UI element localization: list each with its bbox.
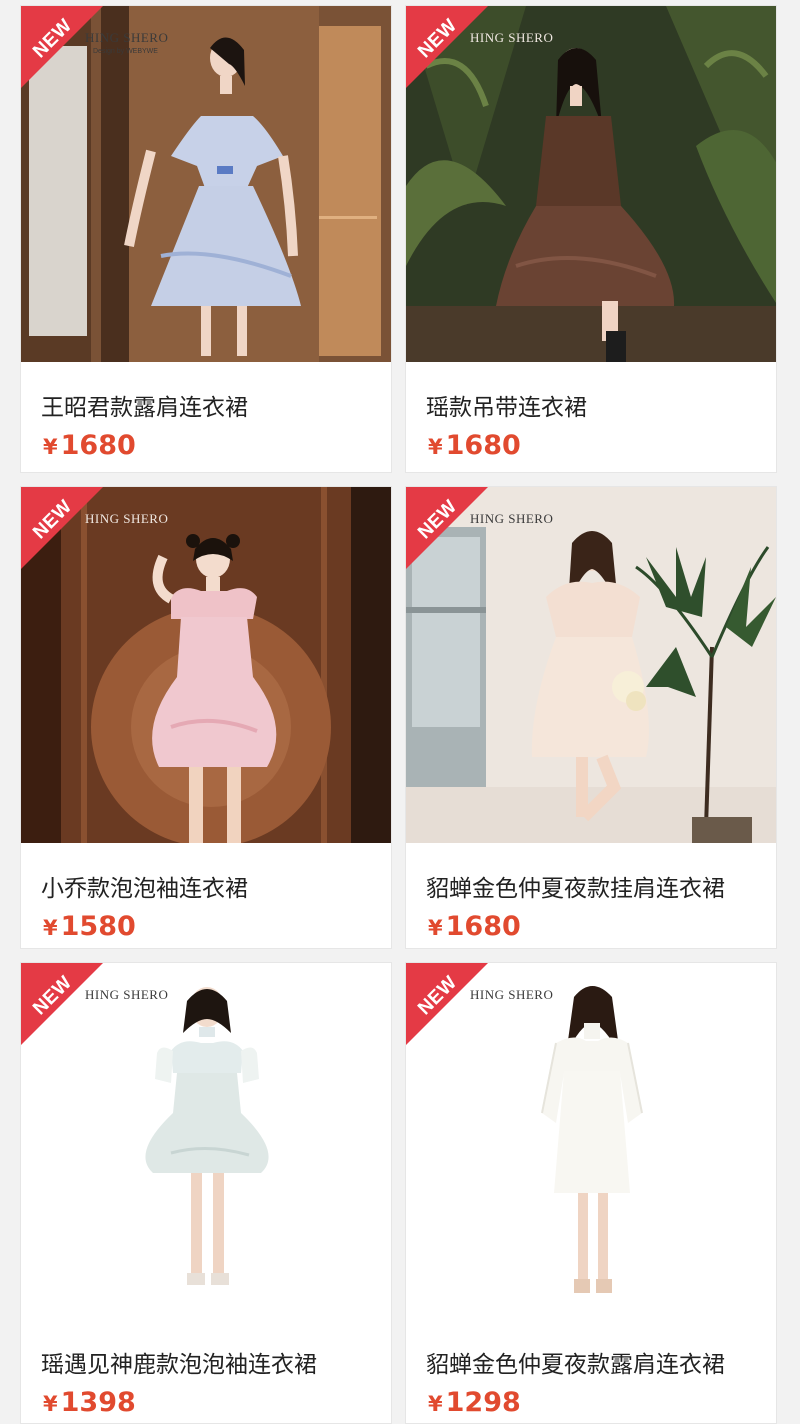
product-price: ¥1580 — [43, 911, 136, 942]
product-title[interactable]: 小乔款泡泡袖连衣裙 — [41, 869, 248, 903]
currency-symbol: ¥ — [43, 1392, 58, 1416]
currency-symbol: ¥ — [428, 435, 443, 459]
price-value: 1680 — [445, 430, 521, 461]
product-card[interactable]: HING SHERO NEW 小乔款泡泡袖连衣裙 ¥1580 — [20, 486, 392, 949]
new-badge: NEW — [406, 487, 488, 569]
product-card[interactable]: HING SHERO NEW 瑶款吊带连衣裙 ¥1680 — [405, 5, 777, 473]
new-badge: NEW — [21, 487, 103, 569]
product-image[interactable]: HING SHERO NEW — [406, 487, 776, 843]
product-card[interactable]: HING SHERO NEW 貂蝉金色仲夏夜款露肩连衣裙 ¥1298 — [405, 962, 777, 1424]
product-card[interactable]: HING SHERO NEW 瑶遇见神鹿款泡泡袖连衣裙 ¥1398 — [20, 962, 392, 1424]
product-image[interactable]: HING SHERO NEW — [21, 487, 391, 843]
new-badge: NEW — [21, 963, 103, 1045]
currency-symbol: ¥ — [43, 916, 58, 940]
product-image[interactable]: HING SHERO NEW — [406, 963, 776, 1319]
product-price: ¥1298 — [428, 1387, 521, 1418]
product-title[interactable]: 王昭君款露肩连衣裙 — [41, 388, 248, 422]
product-title[interactable]: 貂蝉金色仲夏夜款挂肩连衣裙 — [426, 869, 725, 903]
product-price: ¥1680 — [43, 430, 136, 461]
product-card[interactable]: HING SHERO NEW 貂蝉金色仲夏夜款挂肩连衣裙 ¥1680 — [405, 486, 777, 949]
new-badge: NEW — [21, 6, 103, 88]
currency-symbol: ¥ — [43, 435, 58, 459]
product-title[interactable]: 瑶遇见神鹿款泡泡袖连衣裙 — [41, 1345, 317, 1379]
product-image[interactable]: HING SHERO Design by WEBYWE NEW — [21, 6, 391, 362]
product-price: ¥1680 — [428, 430, 521, 461]
currency-symbol: ¥ — [428, 1392, 443, 1416]
product-price: ¥1680 — [428, 911, 521, 942]
price-value: 1580 — [60, 911, 136, 942]
currency-symbol: ¥ — [428, 916, 443, 940]
product-image[interactable]: HING SHERO NEW — [406, 6, 776, 362]
product-grid: HING SHERO Design by WEBYWE NEW 王昭君款露肩连衣… — [0, 0, 800, 1424]
product-image[interactable]: HING SHERO NEW — [21, 963, 391, 1319]
product-title[interactable]: 貂蝉金色仲夏夜款露肩连衣裙 — [426, 1345, 725, 1379]
product-price: ¥1398 — [43, 1387, 136, 1418]
new-badge: NEW — [406, 963, 488, 1045]
price-value: 1298 — [445, 1387, 521, 1418]
product-card[interactable]: HING SHERO Design by WEBYWE NEW 王昭君款露肩连衣… — [20, 5, 392, 473]
product-title[interactable]: 瑶款吊带连衣裙 — [426, 388, 587, 422]
new-badge: NEW — [406, 6, 488, 88]
price-value: 1680 — [445, 911, 521, 942]
price-value: 1398 — [60, 1387, 136, 1418]
price-value: 1680 — [60, 430, 136, 461]
